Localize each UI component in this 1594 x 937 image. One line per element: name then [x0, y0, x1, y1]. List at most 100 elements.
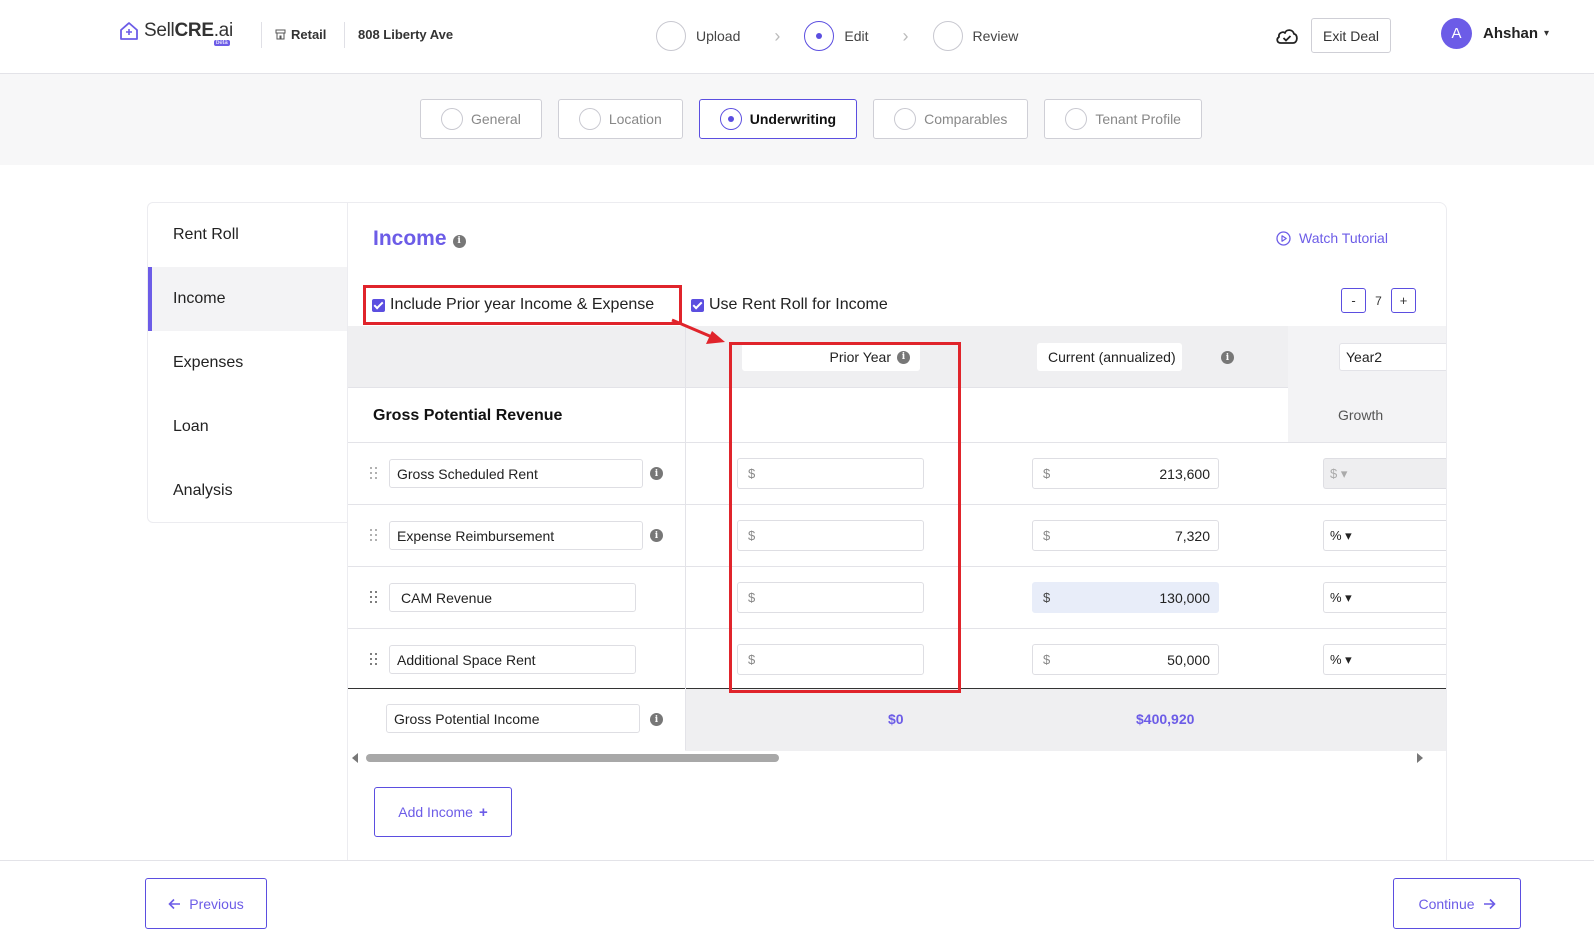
- tab-label: General: [471, 111, 521, 127]
- total-name-field[interactable]: Gross Potential Income: [386, 704, 640, 733]
- checkbox-checked-icon: [372, 298, 385, 312]
- step-review[interactable]: Review: [932, 21, 1018, 51]
- growth-type-select[interactable]: % ▾: [1323, 582, 1446, 613]
- chevron-down-icon: ▾: [1544, 28, 1550, 39]
- current-input[interactable]: $130,000: [1032, 582, 1219, 613]
- plus-icon: +: [478, 803, 488, 821]
- include-prior-year-checkbox[interactable]: Include Prior year Income & Expense: [363, 285, 682, 325]
- logo-house-icon: [120, 22, 138, 40]
- tab-radio-icon: [441, 108, 463, 130]
- currency-symbol: $: [1043, 590, 1051, 605]
- income-name-input[interactable]: Expense Reimbursement: [389, 521, 643, 550]
- watch-tutorial-link[interactable]: Watch Tutorial: [1276, 230, 1388, 246]
- progress-steps: Upload › Edit › Review: [656, 21, 1018, 51]
- footer-nav: Previous Continue: [0, 860, 1594, 937]
- growth-type-select[interactable]: % ▾: [1323, 644, 1446, 675]
- current-input[interactable]: $7,320: [1032, 520, 1219, 551]
- input-value: 50,000: [1167, 651, 1210, 668]
- income-name-input[interactable]: CAM Revenue: [389, 583, 636, 612]
- info-icon[interactable]: i: [650, 713, 663, 726]
- input-value: 130,000: [1159, 589, 1210, 606]
- current-input[interactable]: $213,600: [1032, 458, 1219, 489]
- logo[interactable]: SellCRE.ai beta: [118, 20, 233, 46]
- info-icon[interactable]: i: [1221, 351, 1234, 364]
- continue-label: Continue: [1418, 895, 1475, 912]
- sidebar-item-income[interactable]: Income: [148, 267, 347, 331]
- page-title-text: Income: [373, 227, 447, 250]
- tab-radio-icon: [894, 108, 917, 130]
- input-value: 213,600: [1159, 465, 1210, 482]
- sidebar-item-expenses[interactable]: Expenses: [148, 331, 347, 395]
- property-type: Retail: [275, 27, 326, 42]
- tab-radio-icon: [719, 108, 742, 130]
- current-input[interactable]: $50,000: [1032, 644, 1219, 675]
- sidebar-item-analysis[interactable]: Analysis: [148, 459, 347, 523]
- beta-badge: beta: [214, 40, 230, 46]
- column-header-label: Current (annualized): [1048, 349, 1176, 365]
- logo-text: SellCRE.ai: [144, 20, 233, 41]
- property-address: 808 Liberty Ave: [358, 27, 454, 42]
- scrollbar-thumb[interactable]: [366, 754, 779, 762]
- drag-handle-icon[interactable]: [370, 653, 378, 667]
- step-label: Upload: [696, 28, 741, 44]
- tab-general[interactable]: General: [420, 99, 542, 139]
- income-name-input[interactable]: Gross Scheduled Rent: [389, 459, 643, 488]
- tab-label: Underwriting: [749, 111, 837, 127]
- play-circle-icon: [1276, 230, 1291, 246]
- years-increment-button[interactable]: +: [1391, 288, 1416, 313]
- section-tabs-bar: General Location Underwriting Comparable…: [0, 74, 1594, 165]
- property-type-label: Retail: [291, 27, 327, 42]
- user-menu[interactable]: A Ahshan ▾: [1441, 18, 1549, 49]
- drag-handle-icon[interactable]: [370, 529, 378, 543]
- tab-label: Location: [608, 111, 662, 127]
- info-icon[interactable]: i: [650, 467, 663, 480]
- chevron-right-icon: ›: [774, 25, 781, 46]
- tab-tenant-profile[interactable]: Tenant Profile: [1044, 99, 1202, 139]
- column-divider: [685, 326, 686, 750]
- years-decrement-button[interactable]: -: [1341, 288, 1366, 313]
- use-rent-roll-checkbox[interactable]: Use Rent Roll for Income: [691, 296, 888, 314]
- section-title: Gross Potential Revenue: [373, 407, 563, 424]
- growth-type-select[interactable]: % ▾: [1323, 520, 1446, 551]
- add-income-button[interactable]: Add Income +: [374, 787, 512, 837]
- previous-button[interactable]: Previous: [145, 878, 267, 929]
- page-title: Income i: [373, 227, 466, 251]
- tab-label: Comparables: [924, 111, 1008, 127]
- income-options: Include Prior year Income & Expense Use …: [363, 285, 888, 325]
- info-icon[interactable]: i: [452, 234, 466, 248]
- column-header-current: Current (annualized): [1037, 343, 1182, 371]
- tab-location[interactable]: Location: [557, 99, 683, 139]
- input-value: 7,320: [1174, 527, 1210, 544]
- cloud-check-icon[interactable]: [1275, 26, 1299, 46]
- step-upload[interactable]: Upload: [656, 21, 740, 51]
- checkbox-checked-icon: [691, 298, 704, 312]
- step-indicator: [656, 21, 686, 51]
- income-name-input[interactable]: Additional Space Rent: [389, 645, 636, 674]
- drag-handle-icon[interactable]: [370, 467, 378, 481]
- continue-button[interactable]: Continue: [1393, 878, 1521, 929]
- currency-symbol: $: [1043, 528, 1051, 543]
- section-tabs: General Location Underwriting Comparable…: [420, 99, 1218, 139]
- tab-underwriting[interactable]: Underwriting: [698, 99, 858, 139]
- scroll-left-icon[interactable]: [352, 753, 358, 763]
- annotation-highlight-box: [729, 342, 961, 693]
- tab-radio-icon: [578, 108, 601, 130]
- step-edit[interactable]: Edit: [804, 21, 869, 51]
- tab-comparables[interactable]: Comparables: [873, 99, 1029, 139]
- sidebar-item-rent-roll[interactable]: Rent Roll: [148, 203, 347, 267]
- growth-label: Growth: [1338, 407, 1384, 423]
- scroll-right-icon[interactable]: [1417, 753, 1423, 763]
- tab-label: Tenant Profile: [1095, 111, 1181, 127]
- horizontal-scrollbar[interactable]: [348, 752, 1446, 764]
- arrow-left-icon: [168, 898, 181, 909]
- divider: [261, 22, 262, 48]
- currency-symbol: $: [1043, 466, 1051, 481]
- watch-tutorial-label: Watch Tutorial: [1299, 230, 1388, 246]
- years-value: 7: [1375, 293, 1382, 308]
- checkbox-label: Include Prior year Income & Expense: [390, 296, 655, 313]
- store-icon: [275, 29, 286, 40]
- drag-handle-icon[interactable]: [370, 591, 378, 605]
- info-icon[interactable]: i: [650, 529, 663, 542]
- sidebar-item-loan[interactable]: Loan: [148, 395, 347, 459]
- exit-deal-button[interactable]: Exit Deal: [1311, 18, 1391, 53]
